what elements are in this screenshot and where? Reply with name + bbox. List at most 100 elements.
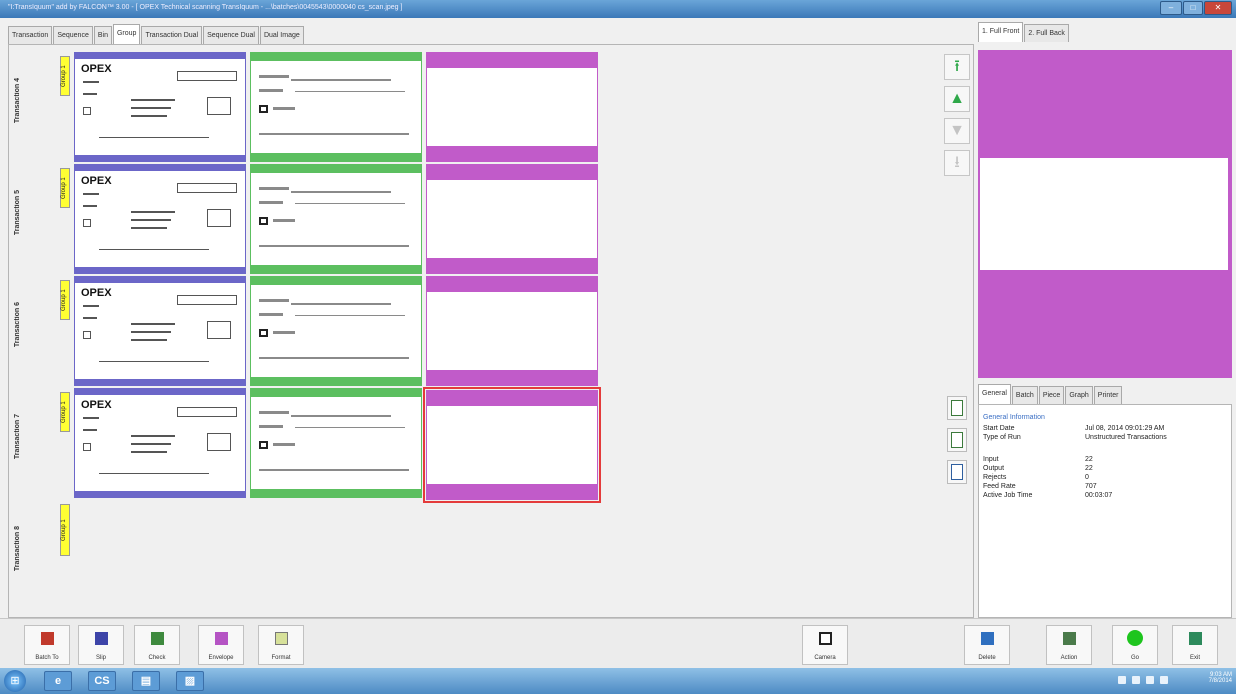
- tab-dual-image[interactable]: Dual Image: [259, 26, 304, 44]
- check-image[interactable]: [250, 388, 422, 498]
- tab-general[interactable]: General: [978, 384, 1011, 404]
- check-image[interactable]: [250, 276, 422, 386]
- preview-envelope-window: [980, 158, 1228, 270]
- minimize-button[interactable]: –: [1160, 1, 1182, 15]
- slip-image[interactable]: OPEX: [74, 52, 246, 162]
- info-label: Output: [983, 465, 1005, 472]
- info-row-start-date: Start Date Jul 08, 2014 09:01:29 AM: [983, 425, 1164, 432]
- delete-label: Delete: [978, 655, 996, 661]
- info-value: Unstructured Transactions: [1085, 434, 1167, 441]
- opex-logo: OPEX: [81, 399, 112, 411]
- envelope-image[interactable]: [426, 52, 598, 162]
- slip-image[interactable]: OPEX: [74, 276, 246, 386]
- bottom-toolbar: Batch To Slip Check Envelope Format Came…: [0, 618, 1236, 668]
- camera-label: Camera: [814, 655, 836, 661]
- info-label: Active Job Time: [983, 492, 1033, 499]
- opex-logo: OPEX: [81, 63, 112, 75]
- go-button[interactable]: Go: [1112, 625, 1158, 665]
- envelope-image[interactable]: [426, 276, 598, 386]
- tab-group[interactable]: Group: [112, 24, 141, 44]
- opex-logo: OPEX: [81, 287, 112, 299]
- delete-icon: [981, 632, 994, 645]
- slip-button[interactable]: Slip: [78, 625, 124, 665]
- tab-piece[interactable]: Piece: [1038, 386, 1065, 404]
- envelope-image-selected[interactable]: [423, 387, 601, 503]
- transaction-label: Transaction 4: [14, 78, 21, 124]
- info-value: 22: [1085, 465, 1093, 472]
- tab-full-back[interactable]: 2. Full Back: [1024, 24, 1069, 42]
- go-label: Go: [1130, 655, 1139, 661]
- folder-icon[interactable]: ▤: [132, 671, 160, 691]
- clock[interactable]: 9:03 AM 7/8/2014: [1209, 672, 1232, 684]
- os-taskbar: ⊞ e CS ▤ ▨ 9:03 AM 7/8/2014: [0, 668, 1236, 694]
- tray-volume-icon[interactable]: [1146, 676, 1154, 684]
- info-row-active-job-time: Active Job Time 00:03:07: [983, 492, 1112, 499]
- tab-batch[interactable]: Batch: [1011, 386, 1038, 404]
- transaction-label: Transaction 7: [14, 414, 21, 460]
- tray-flag-icon[interactable]: [1118, 676, 1126, 684]
- action-icon: [1063, 632, 1076, 645]
- document-front-icon[interactable]: [947, 396, 967, 420]
- info-value: Jul 08, 2014 09:01:29 AM: [1085, 425, 1165, 432]
- tab-transaction[interactable]: Transaction: [8, 26, 53, 44]
- document-split-icon[interactable]: [947, 460, 967, 484]
- tab-sequence-dual[interactable]: Sequence Dual: [203, 26, 259, 44]
- format-button[interactable]: Format: [258, 625, 304, 665]
- exit-icon: [1189, 632, 1202, 645]
- info-label: Feed Rate: [983, 483, 1016, 490]
- window-titlebar: "I:TransIquum" add by FALCON™ 3.00 - [ O…: [0, 0, 1236, 18]
- group-tag[interactable]: Group 1: [60, 504, 70, 556]
- info-row-rejects: Rejects 0: [983, 474, 1089, 481]
- view-tabs: Transaction Sequence Bin Group Transacti…: [8, 24, 305, 44]
- ie-icon[interactable]: e: [44, 671, 72, 691]
- last-page-icon[interactable]: ⭳: [944, 150, 970, 176]
- batch-to-icon: [41, 632, 54, 645]
- check-label: Check: [148, 655, 166, 661]
- info-value: 22: [1085, 456, 1093, 463]
- group-tag[interactable]: Group 1: [60, 56, 70, 96]
- envelope-image[interactable]: [426, 164, 598, 274]
- transaction-label: Transaction 8: [14, 526, 21, 572]
- app-icon[interactable]: ▨: [176, 671, 204, 691]
- tab-graph[interactable]: Graph: [1065, 386, 1093, 404]
- tray-network-icon[interactable]: [1132, 676, 1140, 684]
- check-image[interactable]: [250, 52, 422, 162]
- info-tabs: General Batch Piece Graph Printer: [978, 384, 1123, 404]
- action-label: Action: [1060, 655, 1078, 661]
- tab-bin[interactable]: Bin: [93, 26, 112, 44]
- close-button[interactable]: ✕: [1204, 1, 1232, 15]
- transaction-label: Transaction 6: [14, 302, 21, 348]
- info-label: Rejects: [983, 474, 1007, 481]
- tray-power-icon[interactable]: [1160, 676, 1168, 684]
- info-value: 0: [1085, 474, 1089, 481]
- document-back-icon[interactable]: [947, 428, 967, 452]
- camera-button[interactable]: Camera: [802, 625, 848, 665]
- check-button[interactable]: Check: [134, 625, 180, 665]
- tab-sequence[interactable]: Sequence: [53, 26, 93, 44]
- previous-page-icon[interactable]: ▲: [944, 86, 970, 112]
- exit-button[interactable]: Exit: [1172, 625, 1218, 665]
- cs-app-icon[interactable]: CS: [88, 671, 116, 691]
- info-row-type-of-run: Type of Run Unstructured Transactions: [983, 434, 1167, 441]
- first-page-icon[interactable]: ⭱: [944, 54, 970, 80]
- maximize-button[interactable]: □: [1183, 1, 1203, 15]
- exit-label: Exit: [1189, 655, 1200, 661]
- envelope-button[interactable]: Envelope: [198, 625, 244, 665]
- action-button[interactable]: Action: [1046, 625, 1092, 665]
- group-tag[interactable]: Group 1: [60, 280, 70, 320]
- opex-logo: OPEX: [81, 175, 112, 187]
- general-info-header: General Information: [983, 414, 1045, 421]
- start-button-icon[interactable]: ⊞: [4, 670, 26, 692]
- group-tag[interactable]: Group 1: [60, 392, 70, 432]
- slip-image[interactable]: OPEX: [74, 388, 246, 498]
- image-side-tabs: 1. Full Front 2. Full Back: [978, 22, 1070, 44]
- check-image[interactable]: [250, 164, 422, 274]
- delete-button[interactable]: Delete: [964, 625, 1010, 665]
- tab-printer[interactable]: Printer: [1093, 386, 1123, 404]
- tab-full-front[interactable]: 1. Full Front: [978, 22, 1024, 42]
- group-tag[interactable]: Group 1: [60, 168, 70, 208]
- next-page-icon[interactable]: ▼: [944, 118, 970, 144]
- slip-image[interactable]: OPEX: [74, 164, 246, 274]
- batch-to-button[interactable]: Batch To: [24, 625, 70, 665]
- tab-transaction-dual[interactable]: Transaction Dual: [141, 26, 203, 44]
